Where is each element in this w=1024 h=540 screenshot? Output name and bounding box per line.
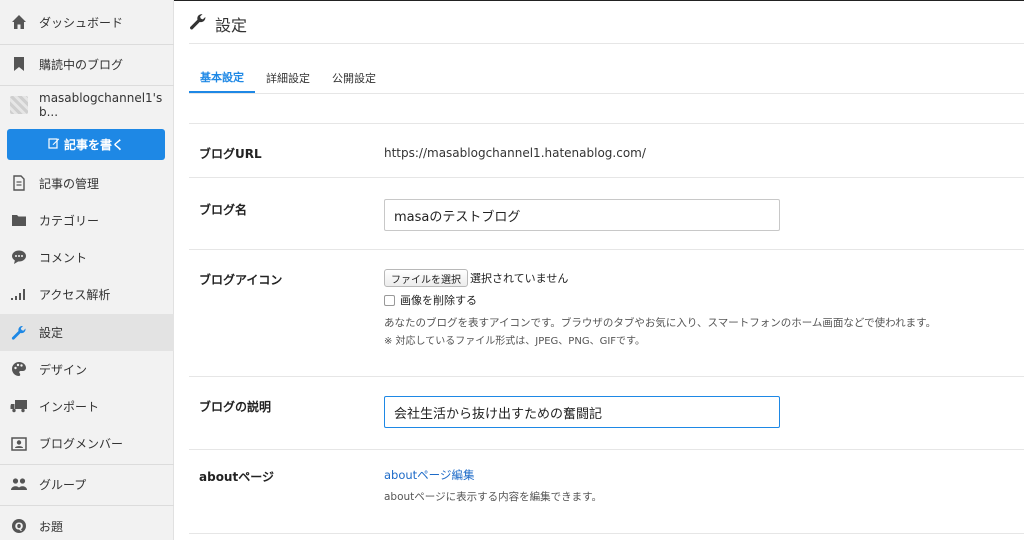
blog-url-value: https://masablogchannel1.hatenablog.com/ — [384, 146, 646, 160]
sidebar-item-label: お題 — [39, 519, 64, 534]
sidebar-item-label: デザイン — [39, 362, 88, 377]
about-page-help: aboutページに表示する内容を編集できます。 — [384, 491, 603, 503]
sidebar-item-blog[interactable]: masablogchannel1's b... — [0, 87, 174, 123]
sidebar-item-topics[interactable]: Q お題 — [0, 508, 174, 540]
divider — [189, 93, 1024, 94]
sidebar-item-categories[interactable]: カテゴリー — [0, 202, 174, 238]
about-page-label: aboutページ — [199, 470, 274, 484]
divider — [0, 464, 174, 465]
palette-icon — [10, 360, 28, 378]
file-format-note: ※ 対応しているファイル形式は、JPEG、PNG、GIFです。 — [384, 336, 646, 347]
delete-image-option[interactable]: 画像を削除する — [384, 292, 477, 308]
sidebar-item-label: インポート — [39, 399, 100, 414]
blog-icon-help: あなたのブログを表すアイコンです。ブラウザのタブやお気に入り、スマートフォンのホ… — [384, 317, 937, 329]
page-title: 設定 — [215, 16, 248, 35]
divider — [0, 505, 174, 506]
sidebar-item-groups[interactable]: グループ — [0, 466, 174, 502]
edit-icon — [48, 137, 60, 152]
settings-tabs: 基本設定 詳細設定 公開設定 — [189, 63, 387, 95]
truck-icon — [10, 397, 28, 415]
blog-name-input[interactable] — [384, 199, 780, 231]
sidebar-item-label: ブログメンバー — [39, 437, 124, 451]
page-header: 設定 — [189, 12, 247, 36]
sidebar-item-analytics[interactable]: アクセス解析 — [0, 276, 174, 312]
blog-description-label: ブログの説明 — [199, 400, 272, 414]
sidebar-item-label: ダッシュボード — [39, 15, 124, 30]
divider — [189, 533, 1024, 534]
folder-icon — [10, 211, 28, 229]
blog-name-label: ブログ名 — [199, 203, 248, 217]
sidebar-item-label: 購読中のブログ — [39, 57, 124, 72]
file-status-text: 選択されていません — [470, 272, 569, 285]
sidebar-item-import[interactable]: インポート — [0, 388, 174, 424]
divider — [0, 85, 174, 86]
sidebar-item-label: masablogchannel1's b... — [39, 91, 163, 119]
divider — [189, 449, 1024, 450]
sidebar-item-design[interactable]: デザイン — [0, 351, 174, 387]
divider — [189, 177, 1024, 178]
blog-thumbnail-icon — [10, 96, 28, 114]
sidebar-item-label: 記事の管理 — [39, 176, 100, 191]
sidebar-item-subscriptions[interactable]: 購読中のブログ — [0, 46, 174, 82]
sidebar-item-comments[interactable]: コメント — [0, 239, 174, 275]
sidebar-item-articles[interactable]: 記事の管理 — [0, 165, 174, 201]
bookmark-icon — [10, 55, 28, 73]
divider — [189, 43, 1024, 44]
sidebar-item-label: コメント — [39, 250, 88, 265]
delete-image-checkbox[interactable] — [384, 294, 395, 306]
sidebar-item-members[interactable]: ブログメンバー — [0, 425, 174, 462]
wrench-icon — [189, 13, 207, 35]
document-icon — [10, 174, 28, 192]
blog-icon-label: ブログアイコン — [199, 273, 283, 287]
sidebar-item-dashboard[interactable]: ダッシュボード — [0, 4, 174, 40]
write-button-label: 記事を書く — [63, 138, 124, 152]
divider — [0, 44, 174, 45]
blog-description-input[interactable] — [384, 396, 780, 428]
sidebar-item-label: アクセス解析 — [39, 287, 111, 302]
about-page-edit-link[interactable]: aboutページ編集 — [384, 467, 474, 483]
choose-file-button[interactable]: ファイルを選択 — [384, 269, 468, 287]
svg-text:Q: Q — [15, 522, 24, 533]
tab-basic-settings[interactable]: 基本設定 — [189, 63, 255, 94]
members-icon — [10, 435, 28, 453]
comment-icon — [10, 248, 28, 266]
tab-detailed-settings[interactable]: 詳細設定 — [255, 63, 321, 93]
tab-publish-settings[interactable]: 公開設定 — [321, 63, 387, 93]
sidebar-item-settings[interactable]: 設定 — [0, 314, 174, 351]
home-icon — [10, 13, 28, 31]
blog-url-label: ブログURL — [199, 147, 262, 161]
group-icon — [10, 475, 28, 493]
wrench-icon — [10, 324, 28, 342]
sidebar-item-label: カテゴリー — [39, 213, 100, 228]
divider — [189, 376, 1024, 377]
bar-chart-icon — [10, 285, 28, 303]
divider — [189, 249, 1024, 250]
sidebar-item-label: 設定 — [39, 326, 64, 340]
sidebar-item-label: グループ — [39, 477, 87, 492]
sidebar: ダッシュボード 購読中のブログ masablogchannel1's b... … — [0, 0, 174, 540]
top-border — [174, 0, 1024, 1]
divider — [189, 123, 1024, 124]
write-article-button[interactable]: 記事を書く — [7, 129, 165, 160]
q-badge-icon: Q — [10, 517, 28, 535]
delete-image-label: 画像を削除する — [400, 294, 477, 307]
